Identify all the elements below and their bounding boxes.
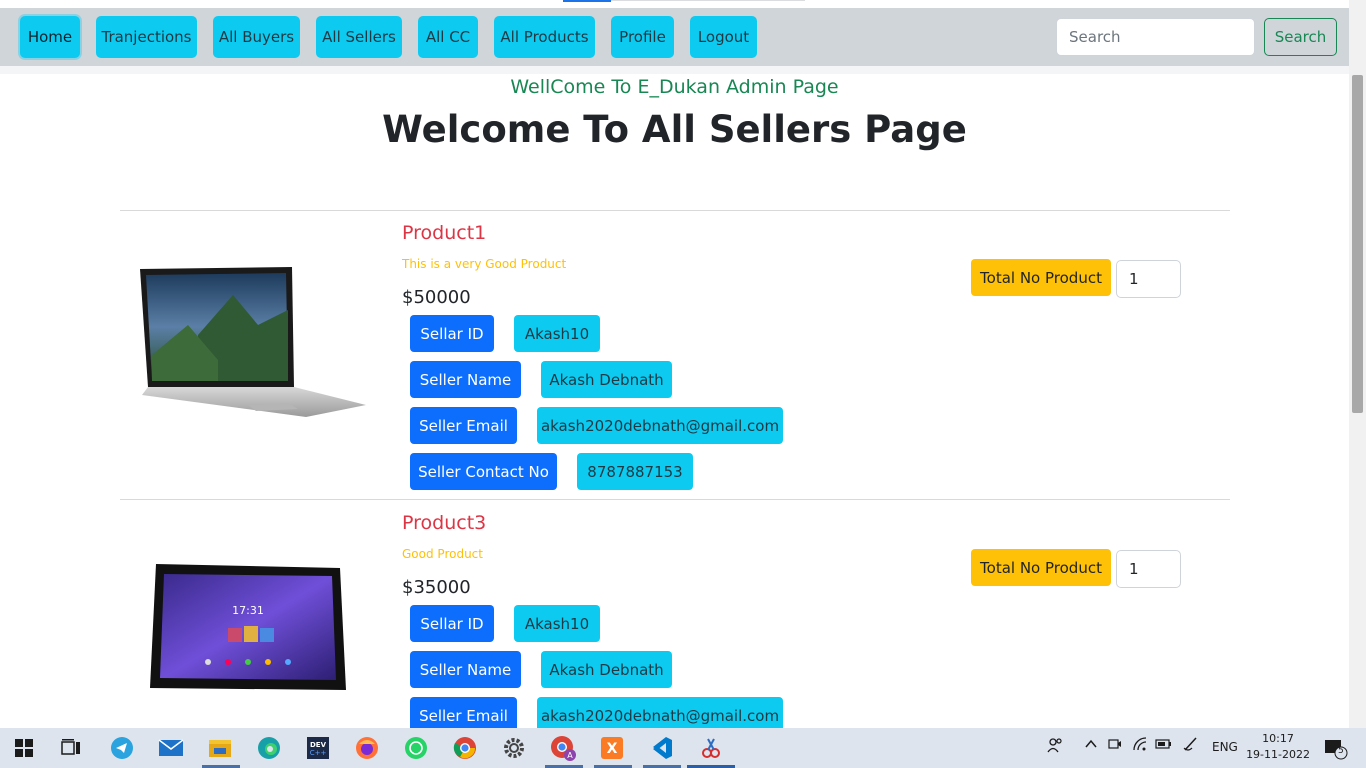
page-scrollbar[interactable]: [1349, 0, 1366, 728]
product-price: $35000: [402, 577, 471, 598]
seller-id-label: Sellar ID: [410, 605, 494, 642]
nav-all-buyers-button[interactable]: All Buyers: [213, 16, 300, 58]
search-button[interactable]: Search: [1264, 18, 1337, 56]
telegram-icon[interactable]: [108, 734, 136, 762]
nav-home-button[interactable]: Home: [20, 16, 80, 58]
edge-icon[interactable]: [255, 734, 283, 762]
divider: [120, 210, 1230, 211]
tablet-product-image: 17:31: [148, 562, 348, 694]
product-price: $50000: [402, 287, 471, 308]
seller-id-value: Akash10: [514, 315, 600, 352]
navbar: Home Tranjections All Buyers All Sellers…: [0, 8, 1349, 66]
seller-id-label: Sellar ID: [410, 315, 494, 352]
windows-taskbar: DEV C++ A X ENG 10:17 19-11-2022 5: [0, 728, 1366, 768]
quantity-input[interactable]: [1116, 550, 1181, 588]
navbar-shadow: [0, 66, 1349, 74]
nav-tranjections-button[interactable]: Tranjections: [96, 16, 197, 58]
search-input[interactable]: [1056, 18, 1255, 56]
welcome-subtitle: WellCome To E_Dukan Admin Page: [510, 76, 839, 98]
seller-name-value: Akash Debnath: [541, 651, 672, 688]
language-indicator[interactable]: ENG: [1212, 740, 1238, 754]
scrollbar-thumb[interactable]: [1352, 75, 1363, 413]
people-icon[interactable]: [1046, 736, 1064, 757]
clock-time: 10:17: [1262, 732, 1294, 745]
total-no-product-button[interactable]: Total No Product: [971, 549, 1111, 586]
file-explorer-icon[interactable]: [206, 734, 234, 762]
vscode-icon[interactable]: [647, 734, 675, 762]
tab-indicator: [563, 0, 611, 2]
clock-date: 19-11-2022: [1246, 748, 1310, 761]
tab-divider: [611, 0, 805, 1]
svg-text:A: A: [567, 751, 573, 760]
nav-profile-button[interactable]: Profile: [611, 16, 674, 58]
svg-text:C++: C++: [310, 749, 327, 757]
product-name: Product3: [402, 512, 487, 534]
svg-text:17:31: 17:31: [232, 604, 264, 617]
notification-icon[interactable]: 5: [1324, 738, 1350, 763]
svg-text:DEV: DEV: [310, 741, 327, 749]
quantity-input[interactable]: [1116, 260, 1181, 298]
page-title: Welcome To All Sellers Page: [382, 108, 967, 151]
seller-email-label: Seller Email: [410, 407, 517, 444]
xampp-icon[interactable]: X: [598, 734, 626, 762]
svg-text:X: X: [607, 741, 618, 757]
chrome-icon[interactable]: [451, 734, 479, 762]
battery-icon[interactable]: [1155, 736, 1173, 755]
nav-all-products-button[interactable]: All Products: [494, 16, 595, 58]
product-name: Product1: [402, 222, 487, 244]
nav-all-sellers-button[interactable]: All Sellers: [316, 16, 402, 58]
firefox-icon[interactable]: [353, 734, 381, 762]
seller-name-value: Akash Debnath: [541, 361, 672, 398]
system-clock[interactable]: 10:17 19-11-2022: [1246, 731, 1310, 763]
product-description: This is a very Good Product: [402, 257, 567, 271]
divider: [120, 499, 1230, 500]
snipping-tool-icon[interactable]: [697, 734, 725, 762]
meet-now-icon[interactable]: [1107, 736, 1123, 755]
total-no-product-button[interactable]: Total No Product: [971, 259, 1111, 296]
product-description: Good Product: [402, 547, 483, 561]
seller-contact-label: Seller Contact No: [410, 453, 557, 490]
seller-contact-value: 8787887153: [577, 453, 693, 490]
pen-icon[interactable]: [1182, 736, 1200, 755]
seller-name-label: Seller Name: [410, 361, 521, 398]
browser-top-strip: [0, 0, 1349, 8]
nav-logout-button[interactable]: Logout: [690, 16, 757, 58]
seller-email-value: akash2020debnath@gmail.com: [537, 407, 783, 444]
chevron-up-icon[interactable]: [1083, 736, 1099, 755]
laptop-product-image: [138, 265, 368, 425]
notification-count: 5: [1338, 746, 1344, 756]
settings-icon[interactable]: [500, 734, 528, 762]
windows-start-icon[interactable]: [10, 734, 38, 762]
nav-all-cc-button[interactable]: All CC: [418, 16, 478, 58]
devc-icon[interactable]: DEV C++: [304, 734, 332, 762]
seller-name-label: Seller Name: [410, 651, 521, 688]
task-view-icon[interactable]: [57, 734, 85, 762]
chrome-profile-icon[interactable]: A: [549, 734, 577, 762]
wifi-icon[interactable]: [1132, 736, 1150, 755]
whatsapp-icon[interactable]: [402, 734, 430, 762]
mail-icon[interactable]: [157, 734, 185, 762]
seller-id-value: Akash10: [514, 605, 600, 642]
